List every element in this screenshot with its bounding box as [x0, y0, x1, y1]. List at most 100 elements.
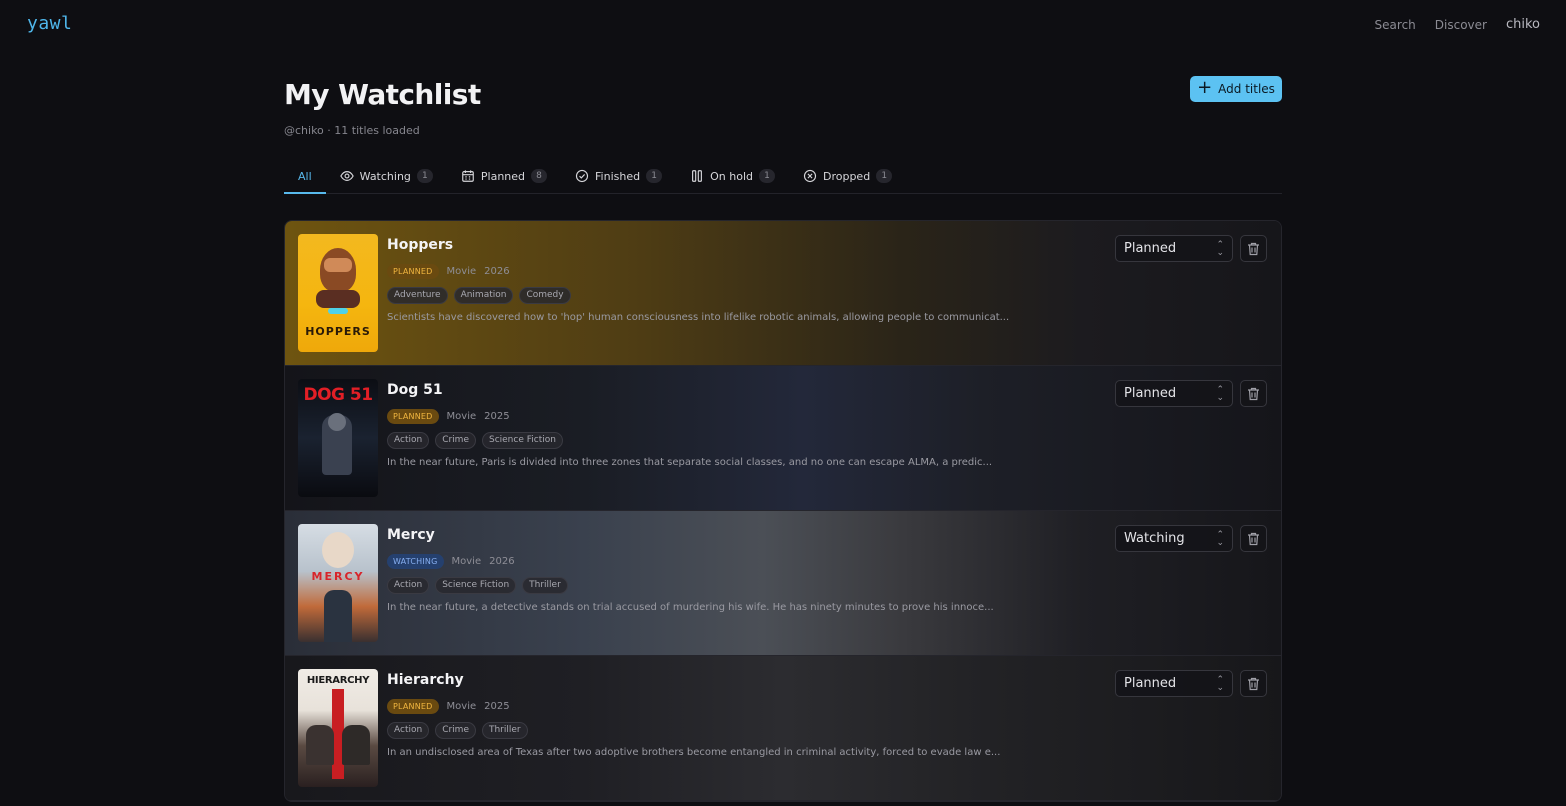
tab-finished[interactable]: Finished 1 — [561, 159, 676, 193]
poster-title: HOPPERS — [305, 325, 371, 338]
genre-chip: Animation — [453, 287, 514, 304]
item-title[interactable]: Hierarchy — [387, 672, 1087, 692]
item-title[interactable]: Dog 51 — [387, 382, 1087, 402]
status-badge: PLANNED — [387, 408, 439, 424]
tab-finished-label: Finished — [595, 169, 641, 183]
status-select[interactable]: Planned ⌃ ⌄ — [1115, 670, 1233, 697]
item-info: Mercy WATCHING Movie 2026 Action Science… — [387, 527, 1087, 613]
poster-title: HIERARCHY — [306, 675, 370, 686]
check-circle-icon — [575, 169, 589, 183]
chevron-updown-icon: ⌃ ⌄ — [1216, 675, 1224, 693]
eye-icon — [339, 171, 354, 181]
item-type: Movie — [451, 555, 482, 567]
status-tabs: All Watching 1 Planned 8 Finished 1 On h… — [284, 159, 1282, 194]
watchlist-item[interactable]: MERCY Mercy WATCHING Movie 2026 Action S… — [285, 511, 1281, 656]
tab-watching-count: 1 — [416, 169, 433, 183]
tab-on-hold-label: On hold — [710, 169, 753, 183]
item-description: Scientists have discovered how to 'hop' … — [387, 312, 1010, 323]
genre-chip: Thriller — [481, 722, 528, 739]
genre-chip: Action — [387, 432, 430, 449]
tab-all-label: All — [298, 169, 312, 183]
trash-icon — [1248, 532, 1259, 545]
trash-icon — [1248, 677, 1259, 690]
tab-planned-count: 8 — [531, 169, 548, 183]
status-select[interactable]: Planned ⌃ ⌄ — [1115, 380, 1233, 407]
watchlist-item[interactable]: DOG 51 Dog 51 PLANNED Movie 2025 Action … — [285, 366, 1281, 511]
genre-chip: Action — [387, 577, 430, 594]
page-subtitle: @chiko · 11 titles loaded — [284, 124, 420, 137]
item-type: Movie — [446, 700, 477, 712]
tab-on-hold[interactable]: On hold 1 — [676, 159, 789, 193]
chevron-updown-icon: ⌃ ⌄ — [1216, 530, 1224, 548]
status-badge: PLANNED — [387, 698, 439, 714]
tab-all[interactable]: All — [284, 159, 326, 194]
tab-dropped-count: 1 — [876, 169, 893, 183]
item-year: 2026 — [484, 265, 510, 277]
item-type: Movie — [446, 265, 477, 277]
status-select-value: Watching — [1124, 531, 1185, 546]
genre-chip: Crime — [435, 722, 476, 739]
tab-dropped[interactable]: Dropped 1 — [789, 159, 906, 193]
item-description: In the near future, a detective stands o… — [387, 602, 994, 613]
delete-button[interactable] — [1240, 525, 1267, 552]
genre-list: Adventure Animation Comedy — [387, 287, 1087, 304]
status-badge: WATCHING — [387, 553, 444, 569]
nav-user-menu[interactable]: chiko — [1506, 17, 1540, 32]
genre-chip: Action — [387, 722, 430, 739]
calendar-icon — [462, 170, 474, 182]
item-meta: WATCHING Movie 2026 — [387, 552, 1087, 570]
delete-button[interactable] — [1240, 380, 1267, 407]
trash-icon — [1248, 242, 1259, 255]
top-navigation-bar: yawl Search Discover chiko — [0, 0, 1566, 50]
item-meta: PLANNED Movie 2025 — [387, 407, 1087, 425]
status-select[interactable]: Watching ⌃ ⌄ — [1115, 525, 1233, 552]
item-title[interactable]: Mercy — [387, 527, 1087, 547]
item-description: In the near future, Paris is divided int… — [387, 457, 993, 468]
genre-chip: Adventure — [387, 287, 448, 304]
delete-button[interactable] — [1240, 235, 1267, 262]
poster-image: HIERARCHY — [298, 669, 378, 787]
tab-finished-count: 1 — [646, 169, 663, 183]
watchlist-item[interactable]: HOPPERS Hoppers PLANNED Movie 2026 Adven… — [285, 221, 1281, 366]
top-nav-links: Search Discover chiko — [1375, 17, 1540, 32]
tab-on-hold-count: 1 — [758, 169, 775, 183]
pause-icon — [692, 170, 703, 182]
nav-discover-link[interactable]: Discover — [1435, 18, 1487, 32]
poster-title: DOG 51 — [303, 385, 373, 405]
delete-button[interactable] — [1240, 670, 1267, 697]
status-select-value: Planned — [1124, 386, 1177, 401]
item-meta: PLANNED Movie 2026 — [387, 262, 1087, 280]
trash-icon — [1248, 387, 1259, 400]
item-title[interactable]: Hoppers — [387, 237, 1087, 257]
genre-chip: Thriller — [522, 577, 568, 594]
app-logo[interactable]: yawl — [27, 13, 72, 34]
status-select[interactable]: Planned ⌃ ⌄ — [1115, 235, 1233, 262]
tab-planned-label: Planned — [480, 169, 526, 183]
item-year: 2025 — [484, 700, 510, 712]
item-type: Movie — [446, 410, 477, 422]
page-title: My Watchlist — [284, 78, 481, 111]
genre-chip: Crime — [435, 432, 476, 449]
item-info: Hierarchy PLANNED Movie 2025 Action Crim… — [387, 672, 1087, 758]
status-select-value: Planned — [1124, 241, 1177, 256]
item-info: Dog 51 PLANNED Movie 2025 Action Crime S… — [387, 382, 1087, 468]
tab-dropped-label: Dropped — [822, 169, 871, 183]
nav-search-link[interactable]: Search — [1375, 18, 1416, 32]
add-titles-button[interactable]: + Add titles — [1190, 76, 1282, 102]
watchlist-item[interactable]: HIERARCHY Hierarchy PLANNED Movie 2025 A… — [285, 656, 1281, 801]
plus-icon: + — [1197, 77, 1213, 98]
genre-chip: Comedy — [519, 287, 571, 304]
chevron-updown-icon: ⌃ ⌄ — [1216, 385, 1224, 403]
tab-watching-label: Watching — [359, 169, 411, 183]
poster-image: DOG 51 — [298, 379, 378, 497]
x-circle-icon — [803, 169, 817, 183]
item-info: Hoppers PLANNED Movie 2026 Adventure Ani… — [387, 237, 1087, 323]
tab-watching[interactable]: Watching 1 — [326, 159, 447, 193]
tab-planned[interactable]: Planned 8 — [447, 159, 561, 193]
genre-list: Action Crime Thriller — [387, 722, 1087, 739]
poster-image: MERCY — [298, 524, 378, 642]
genre-list: Action Science Fiction Thriller — [387, 577, 1087, 594]
status-select-value: Planned — [1124, 676, 1177, 691]
genre-chip: Science Fiction — [435, 577, 517, 594]
watchlist: HOPPERS Hoppers PLANNED Movie 2026 Adven… — [284, 220, 1282, 802]
